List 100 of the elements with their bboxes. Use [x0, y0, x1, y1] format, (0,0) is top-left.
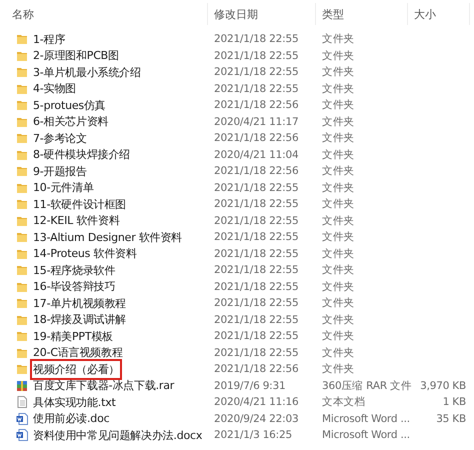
file-type: 文件夹: [321, 230, 356, 244]
folder-icon: [16, 363, 28, 376]
file-type: 文件夹: [321, 48, 356, 63]
column-header[interactable]: 类型: [316, 3, 408, 25]
column-header[interactable]: 大小: [408, 3, 470, 25]
folder-icon: [16, 82, 28, 95]
folder-icon: [16, 214, 28, 227]
file-name[interactable]: 11-软硬件设计框图: [33, 196, 126, 212]
folder-icon: [16, 165, 28, 178]
folder-icon: [16, 33, 28, 46]
modified-date: 2021/1/18 22:56: [213, 99, 300, 112]
folder-icon: [16, 148, 28, 161]
file-type: 文件夹: [321, 362, 356, 376]
file-type: Microsoft Word ...: [321, 412, 408, 425]
file-type: 文件夹: [321, 312, 356, 327]
modified-date: 2021/1/18 22:55: [213, 33, 300, 46]
file-name[interactable]: 13-Altium Designer 软件资料: [33, 230, 182, 245]
modified-date: 2021/1/18 22:55: [213, 198, 300, 210]
file-type: 文件夹: [321, 180, 356, 195]
folder-icon: [16, 116, 28, 128]
file-type: 文件夹: [321, 32, 356, 46]
file-name[interactable]: 资料使用中常见问题解决办法.docx: [33, 428, 202, 443]
file-name[interactable]: 19-精美PPT模板: [33, 328, 113, 344]
file-name[interactable]: 2-原理图和PCB图: [33, 48, 119, 64]
folder-icon: [16, 264, 28, 276]
modified-date: 2020/4/21 11:16: [213, 396, 300, 408]
archive-icon: [16, 380, 28, 392]
document-icon: [16, 396, 28, 408]
modified-date: 2021/1/3 16:25: [213, 429, 293, 442]
file-type: 文件夹: [321, 65, 356, 80]
file-name[interactable]: 7-参考论文: [33, 130, 87, 146]
file-type: Microsoft Word ...: [321, 429, 408, 442]
folder-icon: [16, 314, 28, 326]
folder-icon: [16, 330, 28, 342]
folder-icon: [16, 99, 28, 112]
modified-date: 2021/1/18 22:55: [213, 50, 300, 62]
file-name[interactable]: 使用前必读.doc: [33, 411, 110, 426]
file-type: 文件夹: [321, 280, 356, 294]
file-type: 文件夹: [321, 164, 356, 178]
modified-date: 2020/9/24 22:03: [213, 412, 300, 425]
file-name[interactable]: 17-单片机视频教程: [33, 296, 126, 311]
file-type: 文件夹: [321, 263, 356, 278]
modified-date: 2020/4/21 11:04: [213, 148, 300, 161]
file-type: 文件夹: [321, 114, 356, 129]
file-type: 文件夹: [321, 329, 356, 344]
file-type: 文本文档: [321, 395, 366, 410]
file-name[interactable]: 8-硬件模块焊接介绍: [33, 147, 130, 162]
file-name[interactable]: 12-KEIL 软件资料: [33, 213, 120, 228]
file-size: 1 KB: [442, 396, 467, 408]
file-type: 文件夹: [321, 214, 356, 228]
file-size: 35 KB: [435, 412, 467, 425]
modified-date: 2021/1/18 22:56: [213, 165, 300, 178]
word-document-icon: [16, 412, 28, 425]
modified-date: 2021/1/18 22:55: [213, 346, 300, 359]
file-type: 文件夹: [321, 296, 356, 310]
modified-date: 2021/1/18 22:55: [213, 297, 300, 310]
modified-date: 2021/1/18 22:55: [213, 82, 300, 95]
file-name[interactable]: 4-实物图: [33, 81, 76, 96]
file-name[interactable]: 百度文库下载器-冰点下载.rar: [33, 378, 174, 394]
file-type: 文件夹: [321, 246, 356, 261]
file-name[interactable]: 1-程序: [33, 32, 66, 47]
modified-date: 2021/1/18 22:55: [213, 248, 300, 260]
file-name[interactable]: 18-焊接及调试讲解: [33, 312, 126, 328]
file-name[interactable]: 15-程序烧录软件: [33, 262, 116, 278]
modified-date: 2021/1/18 22:55: [213, 66, 300, 78]
file-name[interactable]: 3-单片机最小系统介绍: [33, 64, 141, 80]
modified-date: 2020/4/21 11:17: [213, 116, 300, 128]
modified-date: 2021/1/18 22:56: [213, 132, 300, 144]
file-name[interactable]: 10-元件清单: [33, 180, 94, 196]
word-document-icon: [16, 429, 28, 442]
folder-icon: [16, 248, 28, 260]
folder-icon: [16, 198, 28, 210]
modified-date: 2021/1/18 22:55: [213, 231, 300, 244]
file-type: 文件夹: [321, 197, 356, 212]
folder-icon: [16, 66, 28, 78]
folder-icon: [16, 50, 28, 62]
column-header[interactable]: 名称: [6, 3, 208, 25]
file-name[interactable]: 14-Proteus 软件资料: [33, 246, 137, 262]
file-type: 文件夹: [321, 148, 356, 162]
folder-icon: [16, 182, 28, 194]
column-header[interactable]: 修改日期: [208, 3, 316, 25]
modified-date: 2021/1/18 22:55: [213, 264, 300, 276]
file-name[interactable]: 20-C语言视频教程: [33, 345, 123, 360]
folder-icon: [16, 297, 28, 310]
file-type: 文件夹: [321, 131, 356, 146]
folder-icon: [16, 132, 28, 144]
modified-date: 2021/1/18 22:55: [213, 214, 300, 227]
file-type: 文件夹: [321, 82, 356, 96]
file-name[interactable]: 16-毕设答辩技巧: [33, 279, 116, 294]
modified-date: 2021/1/18 22:55: [213, 280, 300, 293]
folder-icon: [16, 346, 28, 359]
file-name[interactable]: 5-protues仿真: [33, 98, 106, 113]
modified-date: 2021/1/18 22:56: [213, 363, 300, 376]
modified-date: 2019/7/6 9:31: [213, 380, 286, 392]
file-name[interactable]: 视频介绍（必看）: [33, 362, 120, 377]
file-name[interactable]: 9-开题报告: [33, 164, 87, 179]
file-name[interactable]: 具体实现功能.txt: [33, 394, 116, 410]
file-name[interactable]: 6-相关芯片资料: [33, 114, 108, 130]
folder-icon: [16, 280, 28, 293]
modified-date: 2021/1/18 22:55: [213, 182, 300, 194]
